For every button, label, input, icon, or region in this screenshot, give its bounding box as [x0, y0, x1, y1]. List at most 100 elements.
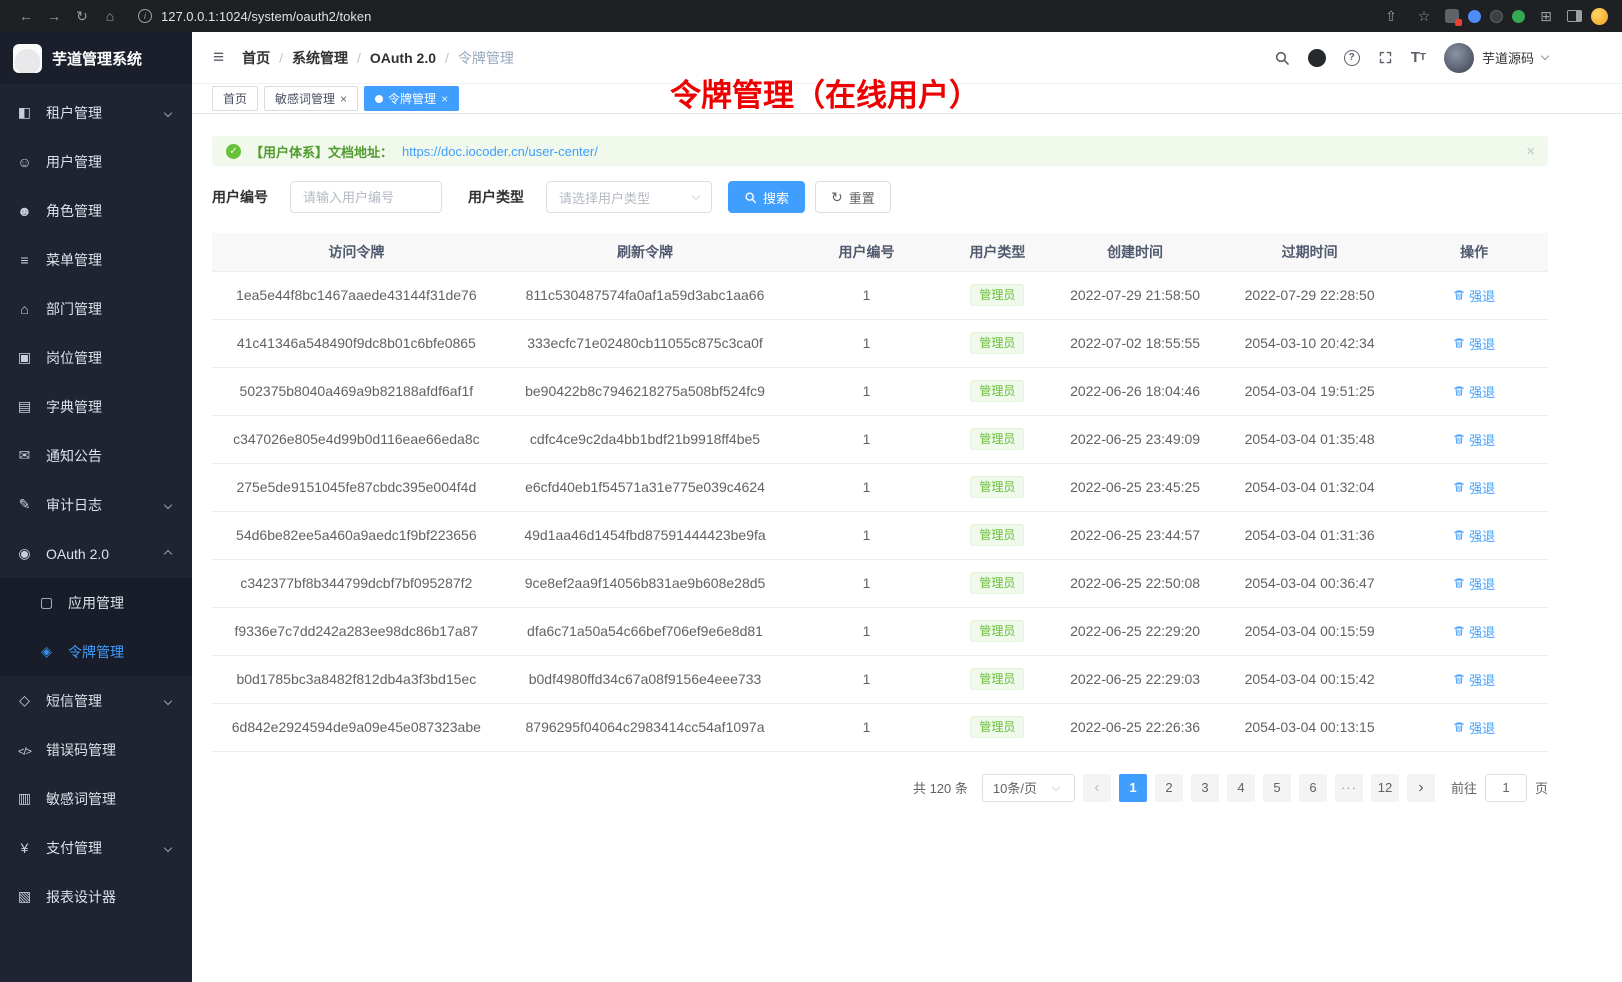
page-button-1[interactable]: 1 — [1119, 774, 1147, 802]
split-view-icon[interactable] — [1567, 10, 1582, 22]
sidebar-item-tenant[interactable]: 租户管理 — [0, 88, 192, 137]
page-button-6[interactable]: 6 — [1299, 774, 1327, 802]
force-logout-button[interactable]: 强退 — [1453, 670, 1495, 689]
force-logout-button[interactable]: 强退 — [1453, 334, 1495, 353]
chevron-icon — [164, 843, 172, 851]
user-type-select[interactable]: 请选择用户类型 — [546, 181, 712, 213]
sidebar-item-notice[interactable]: 通知公告 — [0, 431, 192, 480]
search-button[interactable]: 搜索 — [728, 181, 805, 213]
tab-sensitive-word[interactable]: 敏感词管理 × — [264, 86, 358, 111]
page-button-5[interactable]: 5 — [1263, 774, 1291, 802]
refresh-token-cell: e6cfd40eb1f54571a31e775e039c4624 — [501, 463, 790, 511]
home-icon[interactable]: ⌂ — [98, 5, 122, 27]
sidebar-item-dict[interactable]: 字典管理 — [0, 382, 192, 431]
breadcrumb-oauth2[interactable]: OAuth 2.0 — [370, 50, 436, 66]
sidebar-item-audit-log[interactable]: 审计日志 — [0, 480, 192, 529]
user-id-input[interactable] — [290, 181, 442, 213]
user-type-cell: 管理员 — [944, 607, 1051, 655]
github-icon[interactable] — [1308, 49, 1326, 67]
sidebar-item-pay[interactable]: 支付管理 — [0, 823, 192, 872]
share-icon[interactable]: ⇧ — [1379, 5, 1403, 27]
page-size-select[interactable]: 10条/页 — [982, 774, 1075, 802]
sidebar-item-oauth2-app[interactable]: 应用管理 — [0, 578, 192, 627]
access-token-cell: b0d1785bc3a8482f812db4a3f3bd15ec — [212, 655, 501, 703]
forward-icon[interactable]: → — [42, 5, 66, 27]
sidebar-item-menu[interactable]: 菜单管理 — [0, 235, 192, 284]
extension-badged-icon[interactable] — [1445, 9, 1459, 23]
reload-icon[interactable]: ↻ — [70, 5, 94, 27]
force-logout-button[interactable]: 强退 — [1453, 526, 1495, 545]
doc-link[interactable]: https://doc.iocoder.cn/user-center/ — [402, 144, 598, 159]
prev-page-button[interactable]: ‹ — [1083, 774, 1111, 802]
force-logout-button[interactable]: 强退 — [1453, 286, 1495, 305]
page-button-4[interactable]: 4 — [1227, 774, 1255, 802]
font-size-icon[interactable]: TT — [1411, 49, 1426, 66]
sidebar-item-role[interactable]: 角色管理 — [0, 186, 192, 235]
action-cell: 强退 — [1400, 367, 1548, 415]
close-tab-icon[interactable]: × — [441, 93, 448, 105]
extension-green-icon[interactable] — [1512, 10, 1525, 23]
force-logout-button[interactable]: 强退 — [1453, 574, 1495, 593]
force-logout-label: 强退 — [1469, 478, 1495, 497]
access-token-cell: f9336e7c7dd242a283ee98dc86b17a87 — [212, 607, 501, 655]
sidebar-item-oauth2-token[interactable]: 令牌管理 — [0, 627, 192, 676]
error-code-icon — [16, 742, 33, 758]
extensions-puzzle-icon[interactable]: ⊞ — [1534, 5, 1558, 27]
force-logout-button[interactable]: 强退 — [1453, 478, 1495, 497]
extension-blue-icon[interactable] — [1468, 10, 1481, 23]
url-bar[interactable]: i 127.0.0.1:1024/system/oauth2/token — [138, 9, 1375, 24]
help-icon[interactable]: ? — [1344, 50, 1360, 66]
main-area: ≡ 首页 / 系统管理 / OAuth 2.0 / 令牌管理 ? TT — [192, 32, 1622, 982]
sidebar-item-report[interactable]: 报表设计器 — [0, 872, 192, 921]
breadcrumb-home[interactable]: 首页 — [242, 48, 270, 68]
user-icon — [16, 154, 33, 170]
tab-token[interactable]: 令牌管理 × — [364, 86, 459, 111]
user-menu[interactable]: 芋道源码 — [1444, 43, 1548, 73]
doc-alert: ✓ 【用户体系】文档地址： https://doc.iocoder.cn/use… — [212, 136, 1548, 166]
sidebar-item-user[interactable]: 用户管理 — [0, 137, 192, 186]
dict-icon — [16, 398, 33, 415]
page-button-12[interactable]: 12 — [1371, 774, 1399, 802]
page-button-3[interactable]: 3 — [1191, 774, 1219, 802]
bookmark-star-icon[interactable]: ☆ — [1412, 5, 1436, 27]
expire-time-cell: 2054-03-04 00:15:42 — [1219, 655, 1400, 703]
delete-icon — [1453, 385, 1465, 397]
user-id-cell: 1 — [789, 511, 943, 559]
force-logout-label: 强退 — [1469, 622, 1495, 641]
force-logout-button[interactable]: 强退 — [1453, 430, 1495, 449]
force-logout-button[interactable]: 强退 — [1453, 718, 1495, 737]
force-logout-button[interactable]: 强退 — [1453, 622, 1495, 641]
table-row: f9336e7c7dd242a283ee98dc86b17a87 dfa6c71… — [212, 607, 1548, 655]
goto-page-input[interactable] — [1485, 774, 1527, 802]
tab-home[interactable]: 首页 — [212, 86, 258, 111]
sidebar-item-sensitive-word[interactable]: 敏感词管理 — [0, 774, 192, 823]
col-access-token: 访问令牌 — [212, 233, 501, 271]
force-logout-button[interactable]: 强退 — [1453, 382, 1495, 401]
col-user-type: 用户类型 — [944, 233, 1051, 271]
sidebar-item-sms[interactable]: 短信管理 — [0, 676, 192, 725]
sidebar-item-dept[interactable]: 部门管理 — [0, 284, 192, 333]
sidebar-item-post[interactable]: 岗位管理 — [0, 333, 192, 382]
sidebar-fold-icon[interactable]: ≡ — [204, 47, 233, 69]
fullscreen-icon[interactable] — [1378, 50, 1393, 65]
table-row: 54d6be82ee5a460a9aedc1f9bf223656 49d1aa4… — [212, 511, 1548, 559]
sidebar-item-oauth2[interactable]: OAuth 2.0 — [0, 529, 192, 578]
sidebar-item-error-code[interactable]: 错误码管理 — [0, 725, 192, 774]
back-icon[interactable]: ← — [14, 5, 38, 27]
page-info-icon[interactable]: i — [138, 9, 152, 23]
page-button-2[interactable]: 2 — [1155, 774, 1183, 802]
search-icon[interactable] — [1274, 50, 1290, 66]
close-tab-icon[interactable]: × — [340, 93, 347, 105]
force-logout-label: 强退 — [1469, 526, 1495, 545]
next-page-button[interactable]: › — [1407, 774, 1435, 802]
page-ellipsis[interactable]: ··· — [1335, 774, 1363, 802]
breadcrumb-separator: / — [279, 50, 283, 66]
reset-button[interactable]: ↻ 重置 — [815, 181, 891, 213]
table-row: c342377bf8b344799dcbf7bf095287f2 9ce8ef2… — [212, 559, 1548, 607]
app-logo[interactable]: 芋道管理系统 — [0, 32, 192, 84]
alert-close-icon[interactable]: × — [1526, 144, 1535, 159]
browser-profile-avatar[interactable] — [1591, 8, 1608, 25]
breadcrumb-system[interactable]: 系统管理 — [292, 48, 348, 68]
extension-dark-icon[interactable] — [1490, 10, 1503, 23]
action-cell: 强退 — [1400, 655, 1548, 703]
